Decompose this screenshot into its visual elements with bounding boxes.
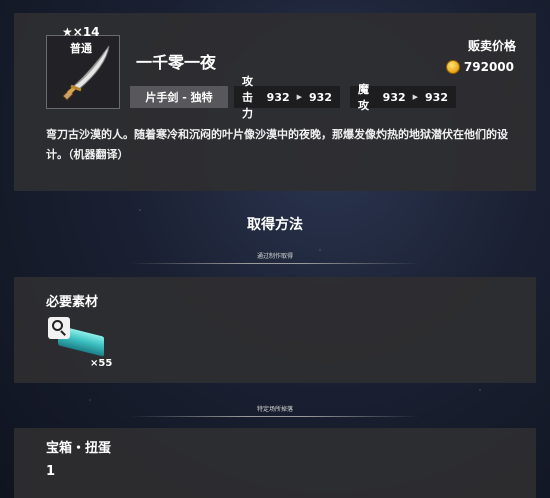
sell-price-row: 792000: [445, 60, 514, 74]
item-name: 一千零一夜: [136, 53, 217, 72]
magic-from-value: 932: [382, 90, 406, 104]
magic-label: 魔攻: [358, 83, 369, 112]
acquire-method-title: 取得方法: [247, 217, 303, 233]
magnifier-icon[interactable]: [48, 317, 70, 339]
weapon-type-tag: 片手剑 - 独特: [130, 86, 228, 108]
gold-coin-icon: [445, 60, 460, 74]
item-description: 弯刀古沙漠的人。随着寒冷和沉闷的叶片像沙漠中的夜晚，那爆发像灼热的地狱潜伏在他们…: [46, 128, 508, 161]
divider: [130, 416, 420, 417]
sell-price-value: 792000: [463, 60, 514, 74]
attack-stat-tag: 攻击力 932 ▶ 932: [234, 75, 340, 120]
rarity-label: 普通: [70, 42, 92, 55]
materials-panel: 必要素材 ×55: [14, 277, 536, 383]
craft-subheading: 通过制作取得: [256, 253, 293, 260]
item-detail-panel: ★×14 普通 一千零一夜 贩卖价格 792000 片手剑 - 独特 攻击力 9…: [14, 13, 536, 191]
sell-price-label: 贩卖价格: [467, 39, 516, 53]
right-arrow-icon: ▶: [296, 93, 303, 101]
star-level: ★×14: [62, 25, 100, 39]
materials-title: 必要素材: [46, 295, 99, 310]
attack-to-value: 932: [309, 90, 332, 104]
location-panel: 宝箱・扭蛋 1: [14, 428, 536, 498]
location-name: 宝箱・扭蛋: [46, 441, 112, 456]
magic-to-value: 932: [425, 90, 448, 104]
right-arrow-icon: ▶: [412, 93, 419, 101]
divider: [130, 263, 420, 264]
attack-label: 攻击力: [242, 75, 253, 120]
location-count: 1: [46, 464, 56, 479]
location-subheading: 特定场所掉落: [256, 406, 293, 413]
magic-stat-tag: 魔攻 932 ▶ 932: [350, 83, 456, 112]
attack-from-value: 932: [266, 90, 290, 104]
material-count: ×55: [90, 358, 113, 369]
